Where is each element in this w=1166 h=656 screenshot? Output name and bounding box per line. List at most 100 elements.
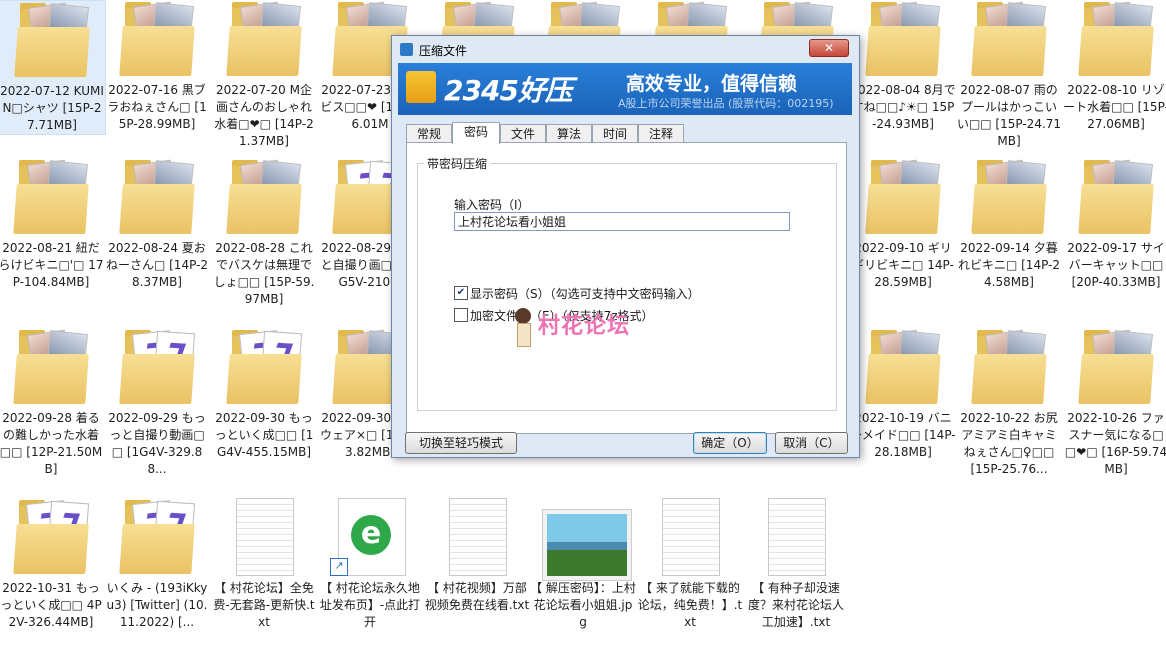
dialog-title: 压缩文件 (419, 44, 468, 58)
desktop-item[interactable]: 2022-10-22 お尻アミアミ白キャミねぇさん□♀□□ [15P-25.76… (956, 328, 1062, 478)
desktop-item[interactable]: MP4MP4 いくみ - (193iKkyu3) [Twitter] (10.11… (104, 498, 210, 631)
folder-icon (1076, 328, 1156, 406)
desktop-item-label: 2022-07-20 M企画さんのおしゃれ水着□❤□ [14P-21.37MB] (214, 83, 314, 148)
desktop-item[interactable]: 2022-08-10 リゾート水着□□ [15P-27.06MB] (1063, 0, 1166, 133)
close-button[interactable]: ✕ (809, 39, 849, 57)
folder-icon (863, 0, 943, 78)
password-input[interactable]: 上村花论坛看小姐姐 (454, 212, 790, 231)
desktop-item[interactable]: 【 有种子却没速度？来村花论坛人工加速】.txt (743, 498, 849, 631)
show-password-label: 显示密码（S）（勾选可支持中文密码输入） (470, 287, 700, 301)
tab-password[interactable]: 密码 (452, 122, 500, 144)
folder-icon (863, 158, 943, 236)
desktop-item[interactable]: 2022-07-12 KUMIN□シャツ [15P-27.71MB] (0, 0, 106, 135)
desktop-item[interactable]: 2022-09-14 夕暮れビキニ□ [14P-24.58MB] (956, 158, 1062, 291)
desktop-item-label: 2022-10-31 もっっといく成□□ 4P2V-326.44MB] (0, 581, 102, 629)
ok-button[interactable]: 确定（O） (693, 432, 767, 454)
folder-icon (1076, 158, 1156, 236)
text-file-icon (437, 498, 517, 576)
desktop-item[interactable]: 2022-09-10 ギリギリビキニ□ 14P-28.59MB] (850, 158, 956, 291)
tab-algorithm[interactable]: 算法 (546, 124, 592, 143)
desktop-item[interactable]: 2022-08-07 雨のプールはかっこいい□□ [15P-24.71MB] (956, 0, 1062, 150)
desktop-item[interactable]: 2022-10-19 バニーメイド□□ [14P-28.18MB] (850, 328, 956, 461)
desktop-item-label: 2022-09-30 もっっといく成□□ [1G4V-455.15MB] (214, 411, 314, 459)
text-file-icon (224, 498, 304, 576)
desktop-item[interactable]: 2022-08-24 夏おねーさん□ [14P-28.37MB] (104, 158, 210, 291)
video-folder-icon: MOVMOV (117, 328, 197, 406)
video-folder-icon: MP4MP4 (117, 498, 197, 576)
folder-icon (863, 328, 943, 406)
desktop-item[interactable]: 2022-08-04 8月ですね□□♪☀□ 15P-24.93MB] (850, 0, 956, 133)
desktop-item-label: 2022-10-26 ファスナー気になる□□❤□ [16P-59.74MB] (1064, 411, 1166, 476)
video-folder-icon: MP4MP4 (11, 498, 91, 576)
tab-general[interactable]: 常规 (406, 124, 452, 143)
desktop-item-label: 2022-09-17 サイバーキャット□□ [20P-40.33MB] (1067, 241, 1165, 289)
desktop-item[interactable]: 2022-07-16 黒ブラおねぇさん□ [15P-28.99MB] (104, 0, 210, 133)
brand-slogan: 高效专业，值得信赖 (626, 73, 798, 95)
desktop-item[interactable]: 【 来了就能下载的论坛，纯免费！】.txt (637, 498, 743, 631)
desktop-item[interactable]: MP4MP4 2022-10-31 もっっといく成□□ 4P2V-326.44MB… (0, 498, 104, 631)
desktop-item-label: 2022-10-22 お尻アミアミ白キャミねぇさん□♀□□ [15P-25.76… (960, 411, 1058, 476)
desktop-item-label: 【 村花视频】万部视频免费在线看.txt (424, 581, 530, 612)
desktop-item[interactable]: 【 村花视频】万部视频免费在线看.txt (424, 498, 530, 614)
folder-icon (224, 0, 304, 78)
desktop-item-label: 2022-08-21 紐だらけビキニ□'□ 17P-104.84MB] (0, 241, 104, 289)
desktop-item[interactable]: 2022-08-28 これでバスケは無理でしょ□□ [15P-59.97MB] (211, 158, 317, 308)
desktop-item-label: 2022-08-10 リゾート水着□□ [15P-27.06MB] (1063, 83, 1166, 131)
desktop-item[interactable]: e ↗ 【 村花论坛永久地址发布页】-点此打开 (317, 498, 423, 631)
mascot-icon (512, 308, 534, 352)
group-title: 带密码压缩 (424, 155, 491, 172)
password-group: 带密码压缩 输入密码（I） 上村花论坛看小姐姐 ✔ 显示密码（S）（勾选可支持中… (417, 155, 837, 411)
folder-icon (969, 158, 1049, 236)
haozip-logo-icon (406, 71, 436, 103)
show-password-checkbox[interactable]: ✔ (454, 286, 468, 300)
desktop-item[interactable]: MP4MP4 2022-09-30 もっっといく成□□ [1G4V-455.15M… (211, 328, 317, 461)
app-icon (400, 43, 413, 56)
password-label: 输入密码（I） (454, 198, 530, 212)
dialog-titlebar[interactable]: 压缩文件 ✕ (392, 36, 859, 63)
folder-icon (969, 328, 1049, 406)
image-file-icon (543, 498, 631, 580)
brand-banner: 2345好压 高效专业，值得信赖 A股上市公司荣誉出品 (股票代码：002195… (398, 63, 852, 115)
desktop-item[interactable]: MOVMOV2022-09-29 もっっと自撮り動画□□ [1G4V-329.8… (104, 328, 210, 478)
password-panel: 带密码压缩 输入密码（I） 上村花论坛看小姐姐 ✔ 显示密码（S）（勾选可支持中… (406, 142, 847, 434)
desktop-item-label: 2022-09-10 ギリギリビキニ□ 14P-28.59MB] (852, 241, 954, 289)
watermark: 村花论坛 (512, 306, 662, 354)
encrypt-filenames-checkbox[interactable] (454, 308, 468, 322)
cancel-button[interactable]: 取消（C） (775, 432, 848, 454)
desktop-item-label: 2022-09-29 もっっと自撮り動画□□ [1G4V-329.88... (108, 411, 206, 476)
folder-icon (969, 0, 1049, 78)
light-mode-button[interactable]: 切换至轻巧模式 (405, 432, 517, 454)
desktop-item-label: 【 来了就能下载的论坛，纯免费！】.txt (637, 581, 743, 629)
brand-subtitle: A股上市公司荣誉出品 (股票代码：002195) (618, 97, 834, 110)
desktop-item-label: 2022-08-24 夏おねーさん□ [14P-28.37MB] (105, 241, 209, 289)
desktop-item-label: いくみ - (193iKkyu3) [Twitter] (10.11.2022)… (106, 581, 208, 629)
tab-files[interactable]: 文件 (500, 124, 546, 143)
folder-icon (224, 158, 304, 236)
desktop-item-label: 2022-08-28 これでバスケは無理でしょ□□ [15P-59.97MB] (213, 241, 315, 306)
desktop-item-label: 2022-09-28 着るの難しかった水着□□ [12P-21.50MB] (0, 411, 103, 476)
desktop-item-label: 2022-08-04 8月ですね□□♪☀□ 15P-24.93MB] (850, 83, 956, 131)
desktop-item-label: 2022-08-07 雨のプールはかっこいい□□ [15P-24.71MB] (956, 83, 1062, 148)
desktop-item[interactable]: 【 村花论坛】全免费-无套路-更新快.txt (211, 498, 317, 631)
folder-icon (11, 158, 91, 236)
folder-icon (117, 0, 197, 78)
desktop-item[interactable]: 2022-08-21 紐だらけビキニ□'□ 17P-104.84MB] (0, 158, 104, 291)
folder-icon (117, 158, 197, 236)
desktop-item[interactable]: 2022-07-20 M企画さんのおしゃれ水着□❤□ [14P-21.37MB] (211, 0, 317, 150)
desktop-item-label: 【 村花论坛永久地址发布页】-点此打开 (319, 581, 421, 629)
desktop-item[interactable]: 2022-10-26 ファスナー気になる□□❤□ [16P-59.74MB] (1063, 328, 1166, 478)
folder-icon (1076, 0, 1156, 78)
brand-name: 2345好压 (444, 74, 573, 107)
desktop-item[interactable]: 2022-09-17 サイバーキャット□□ [20P-40.33MB] (1063, 158, 1166, 291)
desktop-item-label: 2022-07-12 KUMIN□シャツ [15P-27.71MB] (0, 84, 104, 132)
desktop-item[interactable]: 2022-09-28 着るの難しかった水着□□ [12P-21.50MB] (0, 328, 104, 478)
desktop-item-label: 【 解压密码】：上村花论坛看小姐姐.jpg (530, 581, 636, 629)
desktop-item[interactable]: 【 解压密码】：上村花论坛看小姐姐.jpg (530, 498, 636, 631)
desktop-item-label: 2022-10-19 バニーメイド□□ [14P-28.18MB] (850, 411, 956, 459)
desktop-item-label: 【 有种子却没速度？来村花论坛人工加速】.txt (747, 581, 844, 629)
tab-time[interactable]: 时间 (592, 124, 638, 143)
text-file-icon (756, 498, 836, 576)
text-file-icon (650, 498, 730, 576)
watermark-text: 村花论坛 (538, 314, 631, 339)
tab-comment[interactable]: 注释 (638, 124, 684, 143)
